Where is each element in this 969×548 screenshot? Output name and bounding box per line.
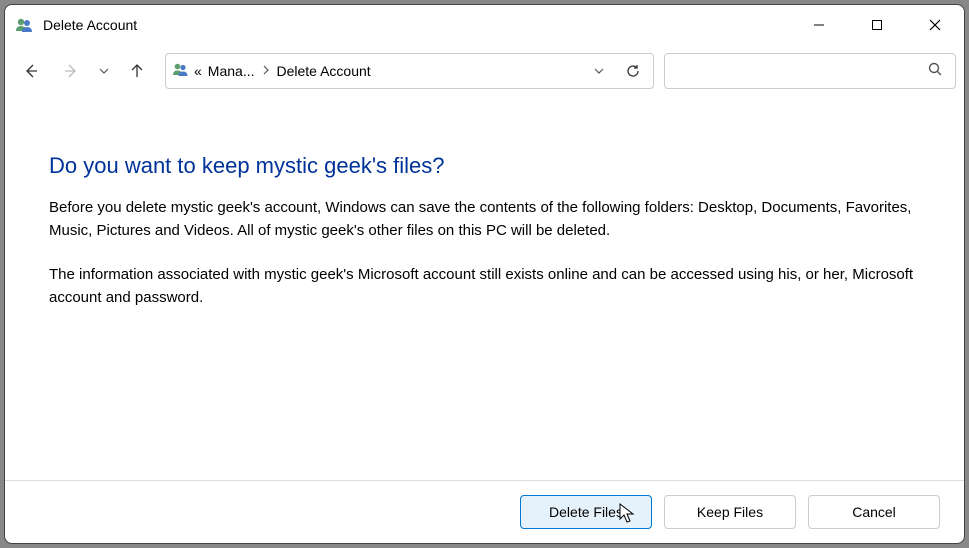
keep-files-button[interactable]: Keep Files	[664, 495, 796, 529]
up-button[interactable]	[119, 53, 155, 89]
close-button[interactable]	[906, 5, 964, 45]
body-paragraph: Before you delete mystic geek's account,…	[49, 197, 919, 242]
breadcrumb-item[interactable]: Mana...	[208, 63, 255, 79]
search-input[interactable]	[664, 53, 956, 89]
recent-dropdown[interactable]	[93, 53, 115, 89]
search-icon	[927, 61, 943, 82]
back-button[interactable]	[13, 53, 49, 89]
breadcrumb-item[interactable]: Delete Account	[277, 63, 371, 79]
maximize-button[interactable]	[848, 5, 906, 45]
chevron-right-icon[interactable]	[261, 64, 271, 78]
address-bar[interactable]: « Mana... Delete Account	[165, 53, 654, 89]
forward-button[interactable]	[53, 53, 89, 89]
minimize-button[interactable]	[790, 5, 848, 45]
window-title: Delete Account	[43, 17, 137, 33]
user-accounts-icon	[15, 16, 33, 34]
chevron-down-icon[interactable]	[585, 65, 613, 77]
breadcrumb-ellipsis[interactable]: «	[194, 63, 202, 79]
content-area: Do you want to keep mystic geek's files?…	[5, 97, 964, 480]
page-heading: Do you want to keep mystic geek's files?	[49, 153, 920, 179]
cancel-button[interactable]: Cancel	[808, 495, 940, 529]
footer: Delete Files Keep Files Cancel	[5, 480, 964, 543]
toolbar: « Mana... Delete Account	[5, 45, 964, 97]
refresh-button[interactable]	[619, 63, 647, 79]
titlebar[interactable]: Delete Account	[5, 5, 964, 45]
delete-files-button[interactable]: Delete Files	[520, 495, 652, 529]
body-paragraph: The information associated with mystic g…	[49, 264, 919, 309]
user-accounts-icon	[172, 61, 188, 82]
window-controls	[790, 5, 964, 45]
window: Delete Account	[4, 4, 965, 544]
